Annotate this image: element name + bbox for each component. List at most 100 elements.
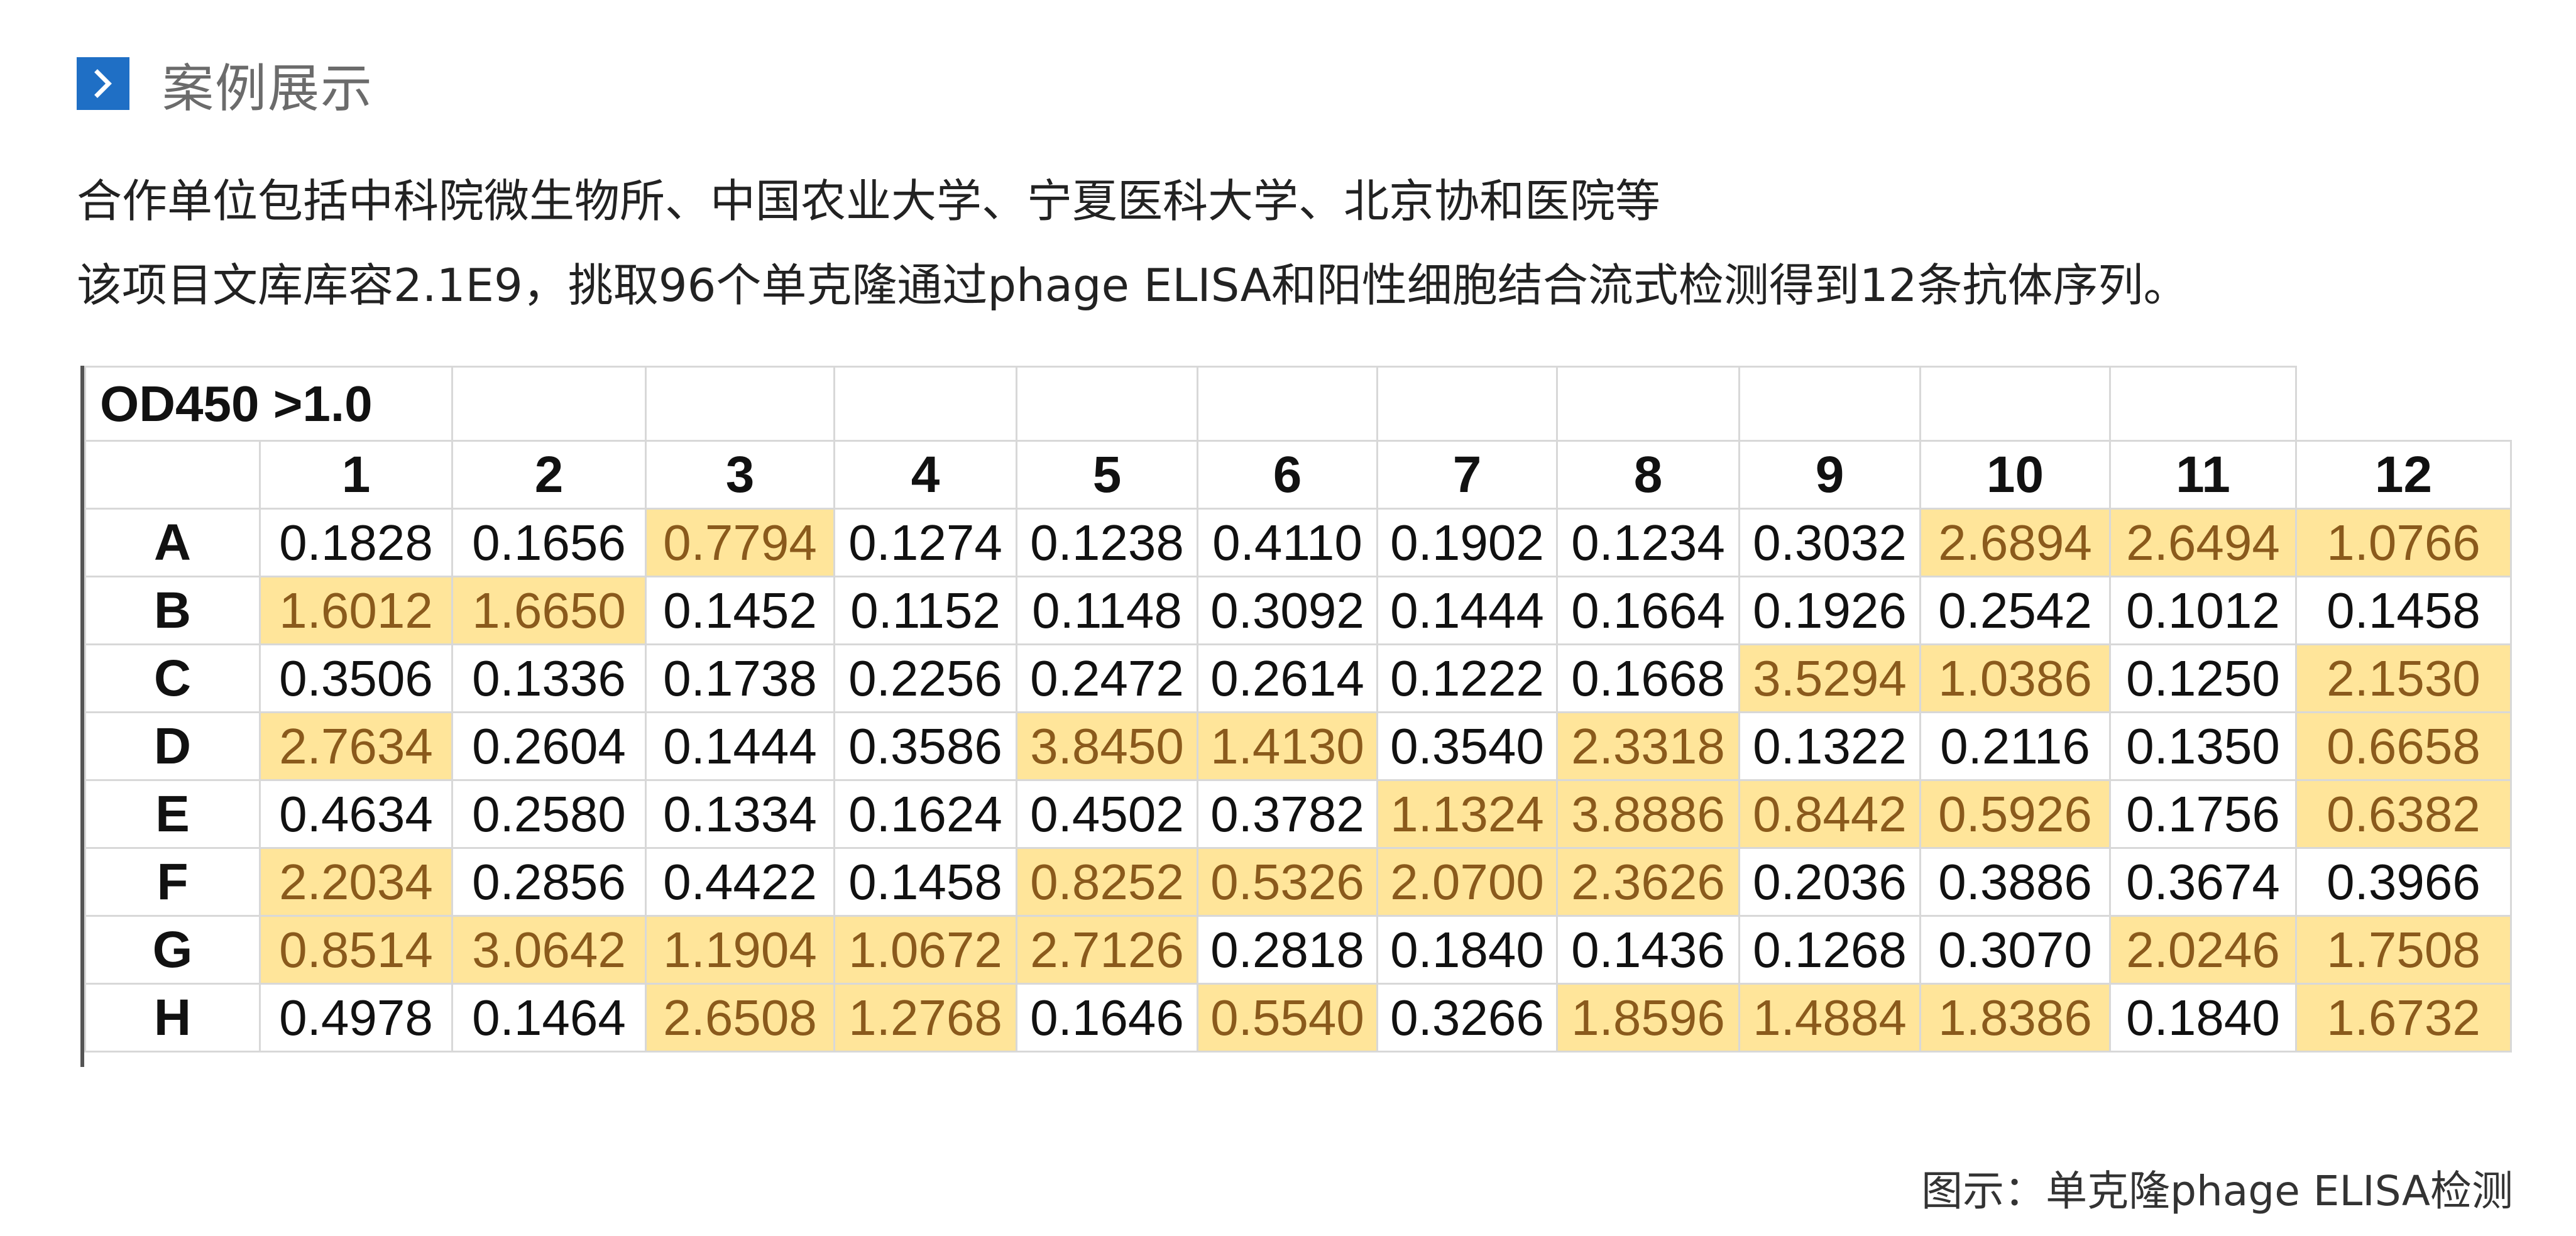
row-header-D: D — [84, 711, 261, 781]
highlighted-value-cell: 1.8386 — [1919, 983, 2112, 1053]
empty-cell — [2109, 366, 2298, 442]
table-row: A 0.1828 0.1656 0.7794 0.1274 0.1238 0.4110 0.1… — [84, 508, 2513, 577]
value-cell: 0.1444 — [645, 711, 836, 781]
highlighted-value-cell: 0.5540 — [1197, 983, 1379, 1053]
section-title: 案例展示 — [162, 58, 374, 119]
value-cell: 0.1646 — [1016, 983, 1199, 1053]
highlighted-value-cell: 2.2034 — [258, 847, 454, 917]
value-cell: 0.4978 — [258, 983, 454, 1053]
highlighted-value-cell: 0.6658 — [2295, 711, 2513, 781]
highlighted-value-cell: 3.8886 — [1556, 779, 1741, 849]
value-cell: 0.1148 — [1016, 576, 1199, 645]
intro-partners-text: 合作单位包括中科院微生物所、中国农业大学、宁夏医科大学、北京协和医院等 — [77, 175, 1661, 227]
value-cell: 0.2036 — [1738, 847, 1922, 917]
value-cell: 0.1444 — [1376, 576, 1559, 645]
highlighted-value-cell: 1.0672 — [833, 915, 1018, 985]
highlighted-value-cell: 3.5294 — [1738, 643, 1922, 713]
od450-table-container: OD450 >1.0 1 2 3 4 5 6 7 8 9 10 11 12 A 0.1828 0.1656… — [80, 366, 2513, 1067]
empty-cell — [1016, 366, 1199, 442]
value-cell: 0.1274 — [833, 508, 1018, 577]
table-title-row: OD450 >1.0 — [84, 366, 2511, 442]
empty-cell — [1376, 366, 1559, 442]
row-header-A: A — [84, 508, 261, 577]
chevron-right-icon-glyph — [94, 69, 112, 98]
value-cell: 0.1464 — [451, 983, 647, 1053]
value-cell: 0.2256 — [833, 643, 1018, 713]
highlighted-value-cell: 2.7634 — [258, 711, 454, 781]
table-row: H 0.4978 0.1464 2.6508 1.2768 0.1646 0.5540 0.3… — [84, 983, 2513, 1053]
value-cell: 0.1452 — [645, 576, 836, 645]
value-cell: 0.1458 — [833, 847, 1018, 917]
value-cell: 0.1458 — [2295, 576, 2513, 645]
value-cell: 0.3674 — [2109, 847, 2298, 917]
highlighted-value-cell: 2.6508 — [645, 983, 836, 1053]
highlighted-value-cell: 1.6732 — [2295, 983, 2513, 1053]
value-cell: 0.3586 — [833, 711, 1018, 781]
value-cell: 0.1840 — [2109, 983, 2298, 1053]
value-cell: 0.1828 — [258, 508, 454, 577]
chevron-right-icon — [77, 57, 129, 110]
value-cell: 0.2580 — [451, 779, 647, 849]
value-cell: 0.3506 — [258, 643, 454, 713]
column-header-10: 10 — [1919, 440, 2112, 510]
value-cell: 0.3966 — [2295, 847, 2513, 917]
highlighted-value-cell: 2.7126 — [1016, 915, 1199, 985]
table-row: B 1.6012 1.6650 0.1452 0.1152 0.1148 0.3092 0.1… — [84, 576, 2513, 645]
value-cell: 0.2116 — [1919, 711, 2112, 781]
value-cell: 0.1250 — [2109, 643, 2298, 713]
table-row: F 2.2034 0.2856 0.4422 0.1458 0.8252 0.5326 2.0… — [84, 847, 2513, 917]
od450-table: OD450 >1.0 1 2 3 4 5 6 7 8 9 10 11 12 A 0.1828 0.1656… — [84, 366, 2513, 1053]
highlighted-value-cell: 0.6382 — [2295, 779, 2513, 849]
value-cell: 0.3266 — [1376, 983, 1559, 1053]
value-cell: 0.2614 — [1197, 643, 1379, 713]
highlighted-value-cell: 1.0386 — [1919, 643, 2112, 713]
highlighted-value-cell: 1.4130 — [1197, 711, 1379, 781]
highlighted-value-cell: 2.3626 — [1556, 847, 1741, 917]
column-header-1: 1 — [258, 440, 454, 510]
value-cell: 0.1756 — [2109, 779, 2298, 849]
value-cell: 0.3886 — [1919, 847, 2112, 917]
highlighted-value-cell: 0.5926 — [1919, 779, 2112, 849]
highlighted-value-cell: 0.8442 — [1738, 779, 1922, 849]
value-cell: 0.4110 — [1197, 508, 1379, 577]
value-cell: 0.1268 — [1738, 915, 1922, 985]
value-cell: 0.1738 — [645, 643, 836, 713]
column-header-9: 9 — [1738, 440, 1922, 510]
highlighted-value-cell: 1.4884 — [1738, 983, 1922, 1053]
highlighted-value-cell: 2.1530 — [2295, 643, 2513, 713]
value-cell: 0.2856 — [451, 847, 647, 917]
value-cell: 0.1902 — [1376, 508, 1559, 577]
row-header-B: B — [84, 576, 261, 645]
row-header-C: C — [84, 643, 261, 713]
row-header-E: E — [84, 779, 261, 849]
value-cell: 0.3032 — [1738, 508, 1922, 577]
value-cell: 0.1238 — [1016, 508, 1199, 577]
column-header-2: 2 — [451, 440, 647, 510]
highlighted-value-cell: 1.1904 — [645, 915, 836, 985]
highlighted-value-cell: 0.5326 — [1197, 847, 1379, 917]
intro-library-text: 该项目文库库容2.1E9，挑取96个单克隆通过phage ELISA和阳性细胞结… — [77, 259, 2189, 312]
corner-cell — [84, 440, 261, 510]
value-cell: 0.2542 — [1919, 576, 2112, 645]
table-title: OD450 >1.0 — [84, 366, 454, 442]
table-row: C 0.3506 0.1336 0.1738 0.2256 0.2472 0.2614 0.1… — [84, 643, 2513, 713]
value-cell: 0.1222 — [1376, 643, 1559, 713]
empty-cell — [1919, 366, 2112, 442]
value-cell: 0.1350 — [2109, 711, 2298, 781]
value-cell: 0.2818 — [1197, 915, 1379, 985]
column-header-7: 7 — [1376, 440, 1559, 510]
column-header-11: 11 — [2109, 440, 2298, 510]
value-cell: 0.1152 — [833, 576, 1018, 645]
empty-cell — [1556, 366, 1741, 442]
value-cell: 0.1012 — [2109, 576, 2298, 645]
highlighted-value-cell: 3.0642 — [451, 915, 647, 985]
highlighted-value-cell: 3.8450 — [1016, 711, 1199, 781]
value-cell: 0.1668 — [1556, 643, 1741, 713]
highlighted-value-cell: 1.6012 — [258, 576, 454, 645]
value-cell: 0.1436 — [1556, 915, 1741, 985]
value-cell: 0.3092 — [1197, 576, 1379, 645]
figure-caption: 图示：单克隆phage ELISA检测 — [1921, 1167, 2513, 1215]
highlighted-value-cell: 2.0700 — [1376, 847, 1559, 917]
empty-cell — [451, 366, 647, 442]
value-cell: 0.1624 — [833, 779, 1018, 849]
